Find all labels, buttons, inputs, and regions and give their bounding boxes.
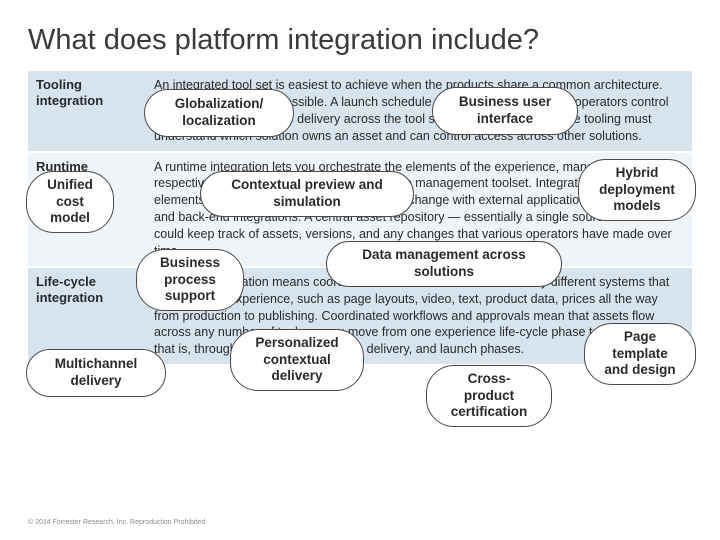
bubble-data-management: Data management acrosssolutions — [326, 241, 562, 287]
row-label-tooling: Tooling integration — [28, 71, 146, 151]
bubble-hybrid-deployment: Hybriddeploymentmodels — [578, 159, 696, 221]
bubble-business-user-interface: Business userinterface — [432, 87, 578, 135]
integration-table: Tooling integration An integrated tool s… — [28, 71, 692, 366]
content-area: Tooling integration An integrated tool s… — [28, 71, 692, 451]
bubble-page-template: Pagetemplateand design — [584, 323, 696, 385]
bubble-unified-cost-model: Unifiedcostmodel — [26, 171, 114, 233]
bubble-personalized-delivery: Personalizedcontextualdelivery — [230, 329, 364, 391]
bubble-cross-product-certification: Cross-productcertification — [426, 365, 552, 427]
table-row: Tooling integration An integrated tool s… — [28, 71, 692, 153]
bubble-contextual-preview: Contextual preview andsimulation — [200, 171, 414, 217]
bubble-multichannel-delivery: Multichanneldelivery — [26, 349, 166, 397]
slide: What does platform integration include? … — [0, 0, 720, 540]
bubble-business-process: Businessprocesssupport — [136, 249, 244, 311]
copyright-footer: © 2014 Forrester Research, Inc. Reproduc… — [28, 519, 205, 526]
page-title: What does platform integration include? — [28, 24, 692, 57]
bubble-globalization: Globalization/localization — [144, 89, 294, 137]
